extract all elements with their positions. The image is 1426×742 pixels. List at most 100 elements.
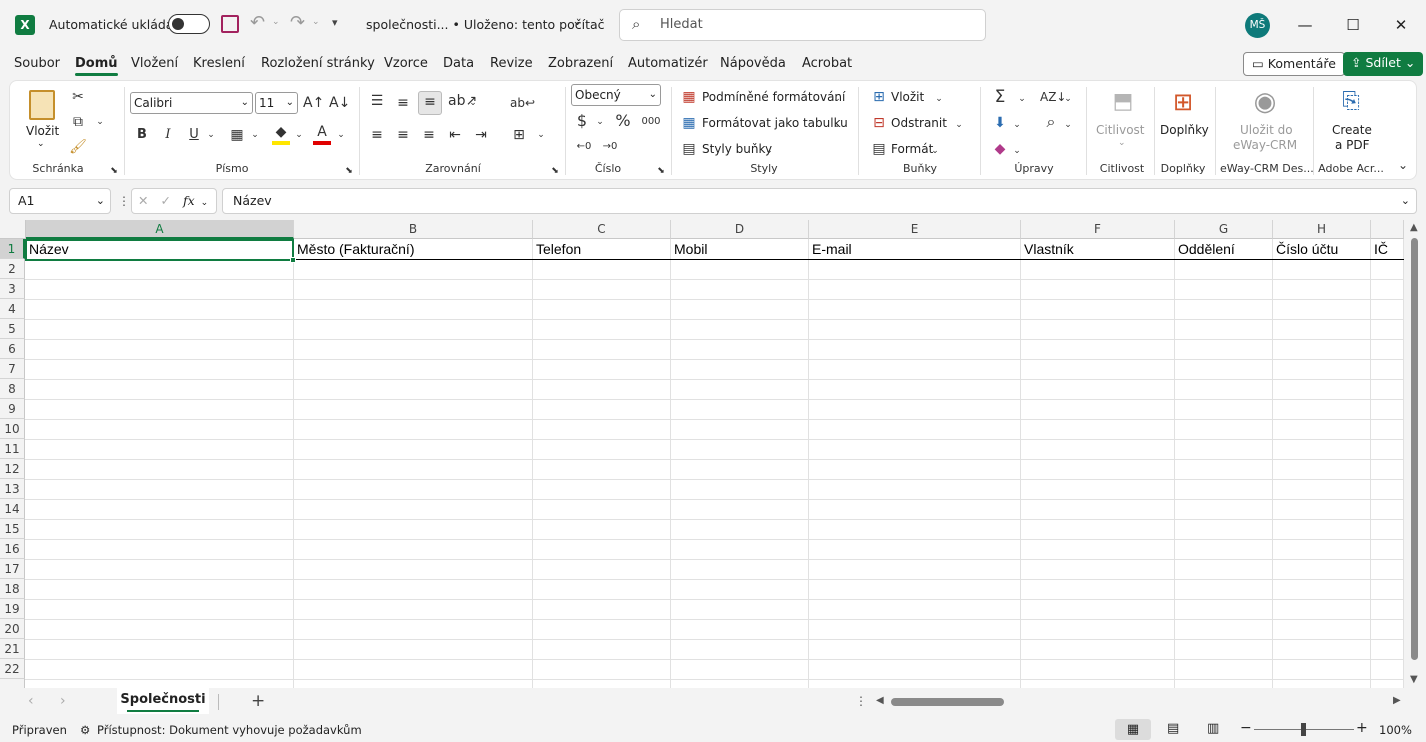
tab-domu[interactable]: Domů (75, 56, 118, 76)
font-color-dropdown-icon[interactable]: ⌄ (336, 125, 346, 145)
collapse-ribbon-icon[interactable]: ⌄ (1396, 155, 1410, 175)
undo-dropdown-icon[interactable]: ⌄ (272, 17, 280, 27)
row-header[interactable]: 4 (0, 299, 25, 319)
table-cell[interactable]: Oddělení (1175, 239, 1272, 260)
table-cell[interactable]: Číslo účtu (1273, 239, 1370, 260)
scroll-up-icon[interactable]: ▲ (1410, 222, 1418, 233)
create-pdf-button[interactable]: ⎘ Create a PDF (1320, 86, 1382, 152)
merge-dropdown-icon[interactable]: ⌄ (536, 125, 546, 145)
column-header[interactable]: G (1175, 220, 1273, 239)
cancel-entry-icon[interactable]: ✕ (138, 193, 148, 208)
fx-chevron-icon[interactable]: ⌄ (201, 198, 209, 208)
thousands-separator-icon[interactable]: 000 (640, 112, 662, 132)
align-bottom-icon[interactable]: ≡ (418, 91, 442, 115)
customize-toolbar-icon[interactable]: ▾ (332, 16, 338, 29)
undo-icon[interactable]: ↶ (250, 12, 265, 33)
paste-button[interactable]: Vložit ⌄ (24, 87, 60, 153)
minimize-icon[interactable]: — (1290, 10, 1320, 40)
decrease-indent-icon[interactable]: ⇤ (446, 125, 464, 145)
close-icon[interactable]: ✕ (1386, 10, 1416, 40)
copy-dropdown-icon[interactable]: ⌄ (94, 112, 106, 132)
name-box[interactable]: A1 ⌄ (9, 188, 111, 214)
clear-icon[interactable]: ◆ (990, 139, 1010, 159)
tab-vlozeni[interactable]: Vložení (131, 56, 178, 71)
file-title[interactable]: společnosti... • Uloženo: tento počítač (366, 17, 605, 32)
column-header[interactable]: E (809, 220, 1021, 239)
add-sheet-icon[interactable]: + (251, 691, 265, 711)
tab-data[interactable]: Data (443, 56, 474, 71)
row-header[interactable]: 7 (0, 359, 25, 379)
format-painter-icon[interactable]: 🖌 (68, 137, 88, 157)
row-header[interactable]: 21 (0, 639, 25, 659)
increase-font-icon[interactable]: A↑ (303, 93, 324, 113)
conditional-formatting-icon[interactable]: ▦ (680, 87, 698, 107)
table-cell[interactable]: Město (Fakturační) (294, 239, 532, 260)
addins-button[interactable]: ⊞ Doplňky (1158, 86, 1209, 152)
tab-rozlozeni-stranky[interactable]: Rozložení stránky (261, 56, 375, 71)
normal-view-button[interactable]: ▦ (1115, 719, 1151, 740)
currency-icon[interactable]: $ (574, 111, 590, 131)
row-header[interactable]: 22 (0, 659, 25, 679)
clipboard-launcher-icon[interactable]: ⬊ (108, 161, 120, 181)
redo-dropdown-icon[interactable]: ⌄ (312, 17, 320, 27)
spreadsheet-grid[interactable]: ABCDEFGH 1 2 3 4 5 6 7 8 9 10 11 12 13 14 15 16 17 18 19 20… (0, 220, 1426, 688)
align-top-icon[interactable]: ☰ (368, 91, 386, 111)
autosave-toggle[interactable] (168, 14, 210, 34)
font-launcher-icon[interactable]: ⬊ (343, 161, 355, 181)
format-cells-chevron-icon[interactable]: ⌄ (930, 141, 940, 161)
maximize-icon[interactable]: ☐ (1338, 10, 1368, 40)
column-header[interactable]: A (26, 220, 294, 239)
percent-icon[interactable]: % (614, 111, 632, 131)
align-right-icon[interactable]: ≡ (420, 125, 438, 145)
row-header[interactable]: 15 (0, 519, 25, 539)
orientation-icon[interactable]: ab↗ (448, 91, 477, 111)
avatar[interactable]: MŠ (1245, 13, 1270, 38)
formula-input[interactable]: Název ⌄ (222, 188, 1417, 214)
next-sheet-icon[interactable]: › (60, 693, 66, 709)
file-title-chevron-icon[interactable]: ⌄ (572, 14, 583, 29)
decrease-decimal-icon[interactable]: →0 (600, 137, 620, 157)
column-header[interactable]: F (1021, 220, 1175, 239)
zoom-level[interactable]: 100% (1379, 723, 1412, 737)
fill-handle[interactable] (290, 257, 296, 263)
zoom-slider[interactable] (1254, 723, 1354, 736)
row-header[interactable]: 14 (0, 499, 25, 519)
vertical-scrollbar[interactable]: ▲ ▼ (1404, 220, 1426, 688)
insert-function-button[interactable]: fx (183, 193, 195, 208)
fill-dropdown-icon[interactable]: ⌄ (1012, 115, 1022, 135)
tab-napoveda[interactable]: Nápověda (720, 56, 786, 71)
row-header[interactable]: 6 (0, 339, 25, 359)
horizontal-scroll-thumb[interactable] (891, 698, 1004, 706)
sort-filter-dropdown-icon[interactable]: ⌄ (1063, 89, 1073, 109)
borders-dropdown-icon[interactable]: ⌄ (250, 125, 260, 145)
font-name-select[interactable]: Calibri ⌄ (130, 92, 253, 114)
insert-cells-icon[interactable]: ⊞ (870, 87, 888, 107)
row-header[interactable]: 20 (0, 619, 25, 639)
row-header[interactable]: 18 (0, 579, 25, 599)
format-as-table-chevron-icon[interactable]: ⌄ (832, 115, 842, 135)
fill-color-icon[interactable]: ◆ (272, 123, 290, 145)
increase-decimal-icon[interactable]: ←0 (574, 137, 594, 157)
underline-button[interactable]: U (186, 125, 202, 145)
fill-color-dropdown-icon[interactable]: ⌄ (294, 125, 304, 145)
cell-styles-icon[interactable]: ▤ (680, 139, 698, 159)
row-header[interactable]: 1 (0, 239, 25, 259)
row-header[interactable]: 2 (0, 259, 25, 279)
conditional-formatting-chevron-icon[interactable]: ⌄ (832, 89, 842, 109)
column-header[interactable] (1371, 220, 1404, 239)
insert-cells-button[interactable]: Vložit (891, 90, 924, 104)
row-header[interactable]: 8 (0, 379, 25, 399)
accessibility-icon[interactable]: ⚙ (80, 723, 90, 737)
tab-automatizer[interactable]: Automatizér (628, 56, 708, 71)
autosum-dropdown-icon[interactable]: ⌄ (1017, 89, 1027, 109)
page-break-view-icon[interactable]: ▥ (1207, 721, 1219, 736)
decrease-font-icon[interactable]: A↓ (329, 93, 350, 113)
cut-icon[interactable]: ✂ (68, 87, 88, 107)
align-left-icon[interactable]: ≡ (368, 125, 386, 145)
alignment-launcher-icon[interactable]: ⬊ (549, 161, 561, 181)
prev-sheet-icon[interactable]: ‹ (28, 693, 34, 709)
row-header[interactable]: 13 (0, 479, 25, 499)
search-box[interactable]: ⌕ Hledat (619, 9, 986, 41)
font-size-select[interactable]: 11 ⌄ (255, 92, 298, 114)
zoom-out-icon[interactable]: − (1240, 720, 1252, 736)
